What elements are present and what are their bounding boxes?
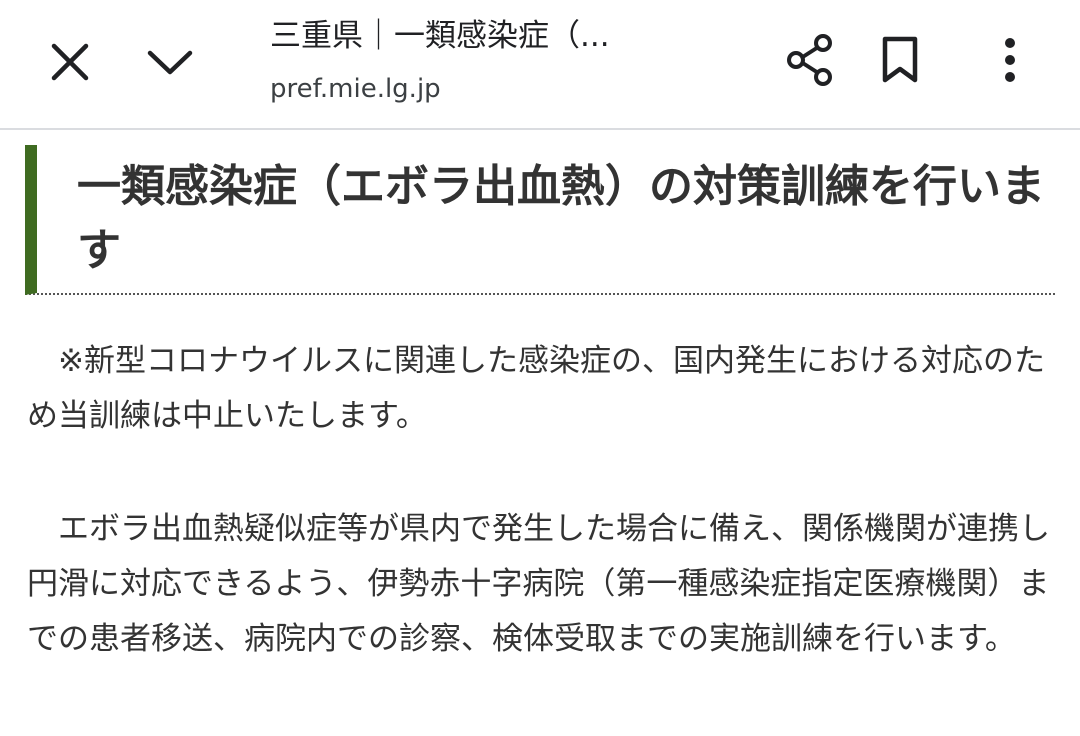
notice-paragraph: ※新型コロナウイルスに関連した感染症の、国内発生における対応のため当訓練は中止い… xyxy=(27,343,1045,434)
custom-tab-toolbar: 三重県｜一類感染症（... pref.mie.lg.jp xyxy=(0,0,1080,130)
more-options-button[interactable] xyxy=(978,28,1042,92)
collapse-button[interactable] xyxy=(138,30,202,94)
close-icon xyxy=(51,43,89,81)
chevron-down-icon xyxy=(147,50,193,75)
bookmark-icon xyxy=(882,36,918,83)
article-heading: 一類感染症（エボラ出血熱）の対策訓練を行います xyxy=(77,161,1045,276)
share-icon xyxy=(787,34,832,86)
more-vert-icon xyxy=(1005,38,1015,82)
bookmark-button[interactable] xyxy=(868,28,932,92)
page-url: pref.mie.lg.jp xyxy=(270,74,441,104)
page-title: 三重県｜一類感染症（... xyxy=(270,18,610,54)
close-button[interactable] xyxy=(38,30,102,94)
share-button[interactable] xyxy=(778,28,842,92)
body-paragraph: エボラ出血熱疑似症等が県内で発生した場合に備え、関係機関が連携し円滑に対応できる… xyxy=(27,511,1050,657)
article-heading-block: 一類感染症（エボラ出血熱）の対策訓練を行います xyxy=(25,145,1055,295)
article-body: ※新型コロナウイルスに関連した感染症の、国内発生における対応のため当訓練は中止い… xyxy=(27,334,1057,667)
